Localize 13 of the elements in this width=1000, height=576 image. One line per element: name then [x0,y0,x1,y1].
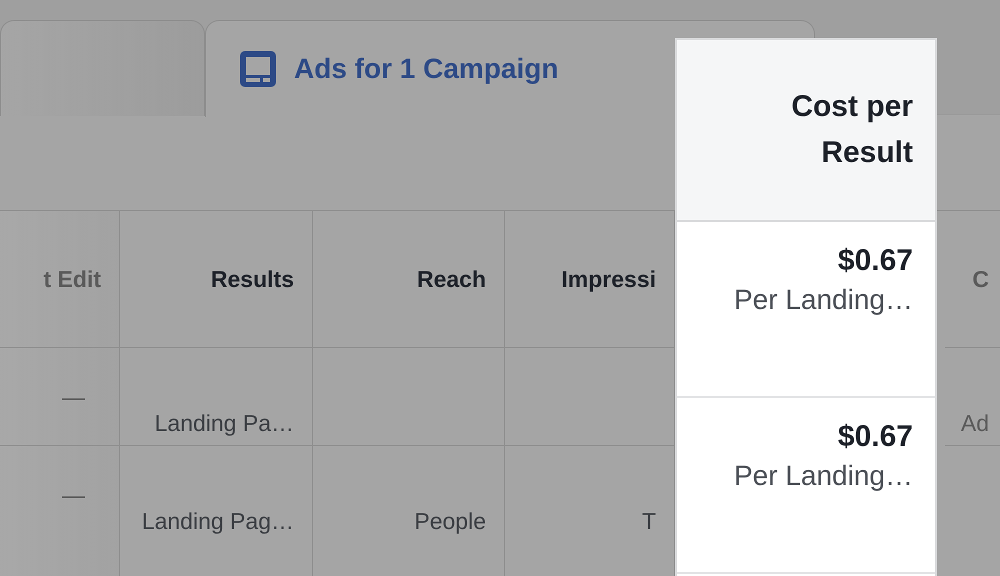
cost-value: $0.67 [838,420,913,454]
column-header[interactable]: Reach [313,211,505,348]
table-cell: Landing Pa… [120,348,313,446]
ad-icon [238,49,278,89]
result-label: Per Landing… [734,460,913,492]
cost-value: $0.67 [838,244,913,278]
result-label: Per Landing… [734,284,913,316]
table-cell: Landing Pag… [120,446,313,576]
table-cell: Ad [945,348,1000,446]
tab[interactable] [0,20,205,116]
table-cell: — [0,348,120,446]
column-header[interactable]: Results [120,211,313,348]
table-cell: People [313,446,505,576]
